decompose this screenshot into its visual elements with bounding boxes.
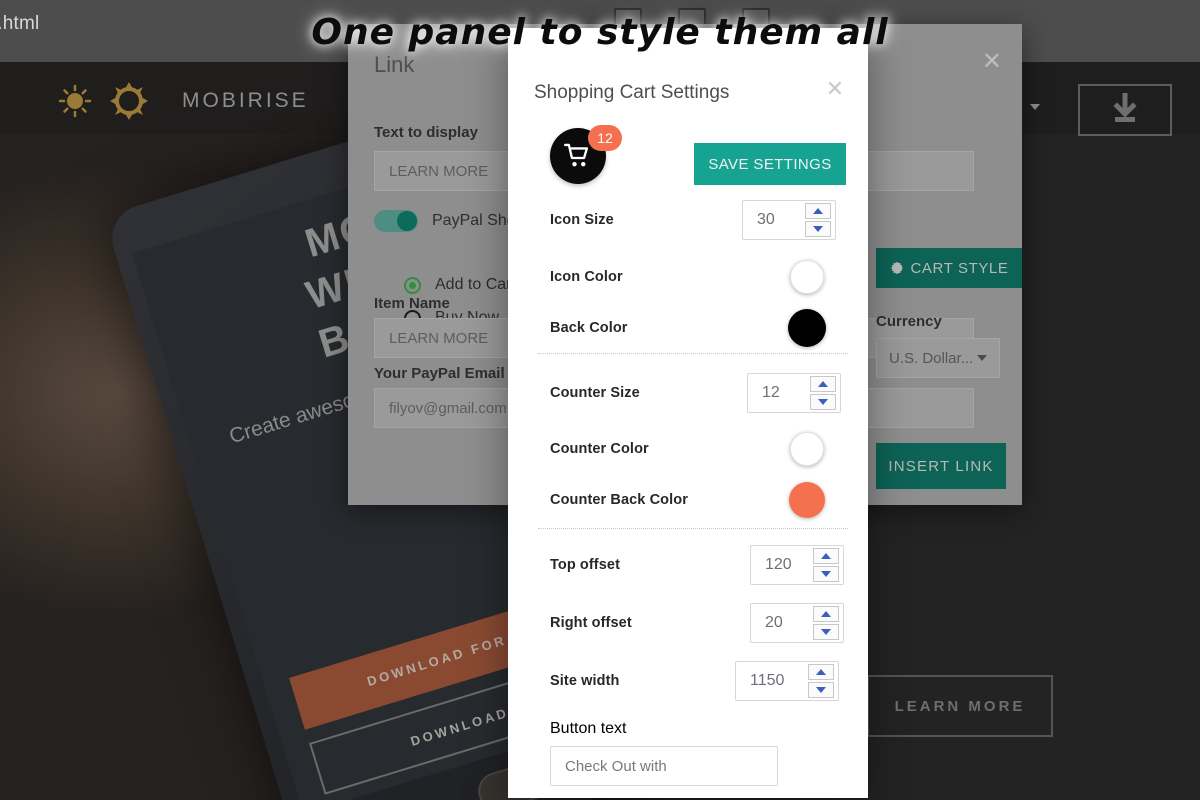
counter-size-value[interactable]: 12 bbox=[748, 384, 810, 402]
row-label: Counter Size bbox=[550, 384, 640, 401]
close-icon[interactable]: ✕ bbox=[826, 78, 844, 100]
shopping-cart-icon bbox=[564, 143, 589, 167]
spinner-down-button[interactable] bbox=[813, 623, 839, 640]
triangle-down-icon bbox=[818, 398, 828, 405]
spinner-up-button[interactable] bbox=[808, 663, 834, 680]
radio-add-to-cart-label: Add to Car bbox=[435, 276, 512, 293]
top-offset-value[interactable]: 120 bbox=[751, 556, 813, 574]
spinner-up-button[interactable] bbox=[813, 605, 839, 622]
divider-2 bbox=[538, 528, 848, 529]
chevron-down-icon bbox=[977, 355, 987, 361]
triangle-down-icon bbox=[813, 225, 823, 232]
spinner-buttons[interactable] bbox=[813, 547, 839, 582]
row-counter-back-color: Counter Back Color bbox=[550, 471, 836, 528]
divider-1 bbox=[538, 353, 848, 354]
spinner-up-button[interactable] bbox=[805, 202, 831, 219]
row-right-offset: Right offset 20 bbox=[550, 594, 844, 651]
site-width-value[interactable]: 1150 bbox=[736, 672, 808, 690]
radio-icon-selected bbox=[404, 276, 421, 294]
cart-badge-counter: 12 bbox=[588, 125, 622, 151]
radio-add-to-cart[interactable]: Add to Car bbox=[404, 276, 511, 294]
triangle-up-icon bbox=[816, 668, 826, 675]
paypal-shop-toggle[interactable] bbox=[374, 210, 418, 232]
cart-style-button-label: CART STYLE bbox=[910, 259, 1009, 277]
currency-select[interactable]: U.S. Dollar... bbox=[876, 338, 1000, 378]
spinner-down-button[interactable] bbox=[813, 565, 839, 582]
gear-icon bbox=[890, 261, 903, 275]
row-site-width: Site width 1150 bbox=[550, 652, 839, 709]
spinner-buttons[interactable] bbox=[813, 605, 839, 640]
triangle-down-icon bbox=[821, 570, 831, 577]
sun-icon-small bbox=[58, 84, 92, 118]
icon-size-value[interactable]: 30 bbox=[743, 211, 805, 229]
paypal-shop-toggle-row[interactable]: PayPal Shop bbox=[374, 210, 525, 232]
top-offset-spinner[interactable]: 120 bbox=[750, 544, 844, 585]
spinner-buttons[interactable] bbox=[805, 202, 831, 237]
row-icon-color: Icon Color bbox=[550, 248, 836, 305]
back-color-swatch[interactable] bbox=[788, 308, 826, 347]
triangle-down-icon bbox=[821, 628, 831, 635]
triangle-up-icon bbox=[813, 207, 823, 214]
triangle-down-icon bbox=[816, 686, 826, 693]
counter-size-spinner[interactable]: 12 bbox=[747, 372, 841, 413]
triangle-up-icon bbox=[821, 610, 831, 617]
spinner-buttons[interactable] bbox=[810, 375, 836, 410]
spinner-down-button[interactable] bbox=[808, 681, 834, 698]
hero-learn-more-button[interactable]: LEARN MORE bbox=[867, 675, 1053, 737]
currency-label: Currency bbox=[876, 313, 942, 330]
insert-link-button[interactable]: INSERT LINK bbox=[876, 443, 1006, 489]
row-counter-size: Counter Size 12 bbox=[550, 364, 841, 421]
shopping-cart-settings-modal: Shopping Cart Settings ✕ 12 SAVE SETTING… bbox=[508, 28, 868, 798]
link-dialog-title: Link bbox=[374, 52, 415, 77]
site-logo[interactable]: MOBIRISE bbox=[58, 82, 309, 120]
sun-icon-large bbox=[110, 82, 148, 120]
spinner-down-button[interactable] bbox=[805, 220, 831, 237]
chevron-down-icon bbox=[1030, 104, 1040, 111]
download-icon bbox=[1113, 93, 1137, 122]
row-label: Site width bbox=[550, 672, 620, 689]
row-label: Top offset bbox=[550, 556, 620, 573]
site-brand-text: MOBIRISE bbox=[182, 89, 309, 112]
spinner-up-button[interactable] bbox=[810, 375, 836, 392]
row-label: Icon Size bbox=[550, 211, 614, 228]
currency-select-value: U.S. Dollar... bbox=[889, 349, 974, 367]
icon-color-swatch[interactable] bbox=[790, 259, 824, 294]
row-label: Right offset bbox=[550, 614, 632, 631]
toolbar-file-name: dex.html bbox=[0, 13, 40, 34]
row-label: Icon Color bbox=[550, 268, 623, 285]
row-back-color: Back Color bbox=[550, 299, 836, 356]
save-settings-button[interactable]: SAVE SETTINGS bbox=[694, 143, 846, 185]
close-icon[interactable]: ✕ bbox=[982, 50, 1002, 74]
row-label: Counter Color bbox=[550, 440, 649, 457]
site-download-button[interactable] bbox=[1078, 84, 1172, 136]
row-icon-size: Icon Size 30 bbox=[550, 191, 836, 248]
right-offset-value[interactable]: 20 bbox=[751, 614, 813, 632]
icon-size-spinner[interactable]: 30 bbox=[742, 199, 836, 240]
row-top-offset: Top offset 120 bbox=[550, 536, 844, 593]
cart-modal-title: Shopping Cart Settings bbox=[534, 82, 730, 103]
row-label: Counter Back Color bbox=[550, 491, 688, 508]
item-name-label: Item Name bbox=[374, 295, 450, 312]
cart-icon-preview: 12 bbox=[550, 125, 622, 186]
paypal-email-label: Your PayPal Email bbox=[374, 365, 505, 382]
site-width-spinner[interactable]: 1150 bbox=[735, 660, 839, 701]
text-to-display-label: Text to display bbox=[374, 124, 478, 141]
counter-back-color-swatch[interactable] bbox=[789, 481, 825, 518]
button-text-input[interactable]: Check Out with bbox=[550, 746, 778, 786]
counter-color-swatch[interactable] bbox=[790, 431, 824, 466]
row-counter-color: Counter Color bbox=[550, 420, 836, 477]
triangle-up-icon bbox=[821, 552, 831, 559]
spinner-buttons[interactable] bbox=[808, 663, 834, 698]
button-text-label: Button text bbox=[550, 720, 627, 737]
row-label: Back Color bbox=[550, 319, 628, 336]
cart-style-button[interactable]: CART STYLE bbox=[876, 248, 1022, 288]
right-offset-spinner[interactable]: 20 bbox=[750, 602, 844, 643]
spinner-up-button[interactable] bbox=[813, 547, 839, 564]
spinner-down-button[interactable] bbox=[810, 393, 836, 410]
triangle-up-icon bbox=[818, 380, 828, 387]
